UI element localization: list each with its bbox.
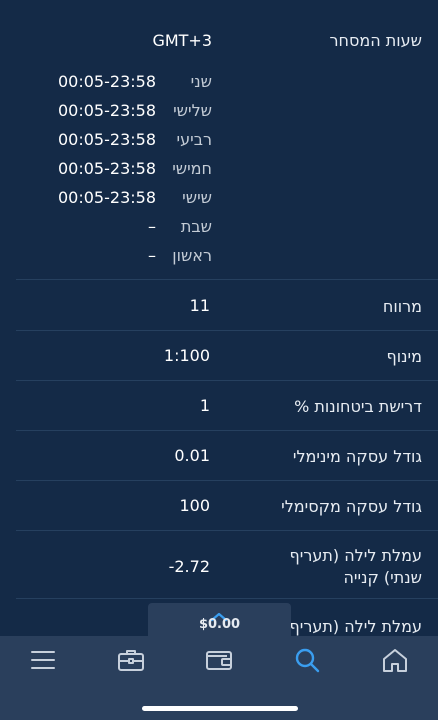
min-trade-size-value: 0.01 [174,446,210,465]
day-name: שבת [180,217,212,236]
overnight-fee-buy-value: -2.72 [168,557,210,576]
wallet-icon [205,648,233,676]
day-hours: 00:05-23:58 [58,72,156,91]
spread-value: 11 [189,296,210,315]
day-hours: – [148,246,156,265]
tab-portfolio[interactable] [115,646,147,678]
day-name: שישי [182,188,212,207]
row-divider [16,430,438,431]
min-trade-size-label: גודל עסקה מינימלי [292,447,422,466]
day-hours: 00:05-23:58 [58,101,156,120]
search-icon [293,646,321,678]
row-divider [16,330,438,331]
leverage-label: מינוף [386,347,422,366]
margin-requirement-label: דרישת ביטחונות % [294,397,422,416]
day-hours: 00:05-23:58 [58,188,156,207]
day-name: ראשון [172,246,212,265]
day-hours: 00:05-23:58 [58,130,156,149]
tab-search[interactable] [291,646,323,678]
trading-hours-label: שעות המסחר [329,31,423,50]
tab-menu[interactable] [27,646,59,678]
overnight-fee-buy-label-line2: שנתי) קנייה [343,568,422,587]
max-trade-size-label: גודל עסקה מקסימלי [281,497,422,516]
timezone-value: GMT+3 [152,31,212,50]
day-name: שני [190,72,212,91]
home-icon [381,647,409,677]
instrument-details[interactable]: שעות המסחר GMT+3 שני 00:05-23:58 שלישי 0… [0,0,438,636]
leverage-value: 1:100 [163,346,210,365]
briefcase-icon [117,648,145,676]
balance-amount: $0.00 [198,617,241,632]
max-trade-size-value: 100 [179,496,210,515]
row-divider [16,279,438,280]
day-name: רביעי [176,130,212,149]
row-divider [16,380,438,381]
day-name: שלישי [173,101,212,120]
menu-icon [30,649,56,675]
day-name: חמישי [172,159,212,178]
day-hours: 00:05-23:58 [58,159,156,178]
home-indicator [142,706,298,711]
row-divider [16,480,438,481]
overnight-fee-buy-label-line1: עמלת לילה (תעריף [289,546,423,565]
spread-label: מרווח [382,297,422,316]
overnight-fee-sell-label-line1: עמלת לילה (תעריף [289,617,423,636]
row-divider [16,530,438,531]
tab-home[interactable] [379,646,411,678]
row-divider [16,598,438,599]
margin-requirement-value: 1 [199,396,210,415]
tab-wallet[interactable] [203,646,235,678]
day-hours: – [148,217,156,236]
